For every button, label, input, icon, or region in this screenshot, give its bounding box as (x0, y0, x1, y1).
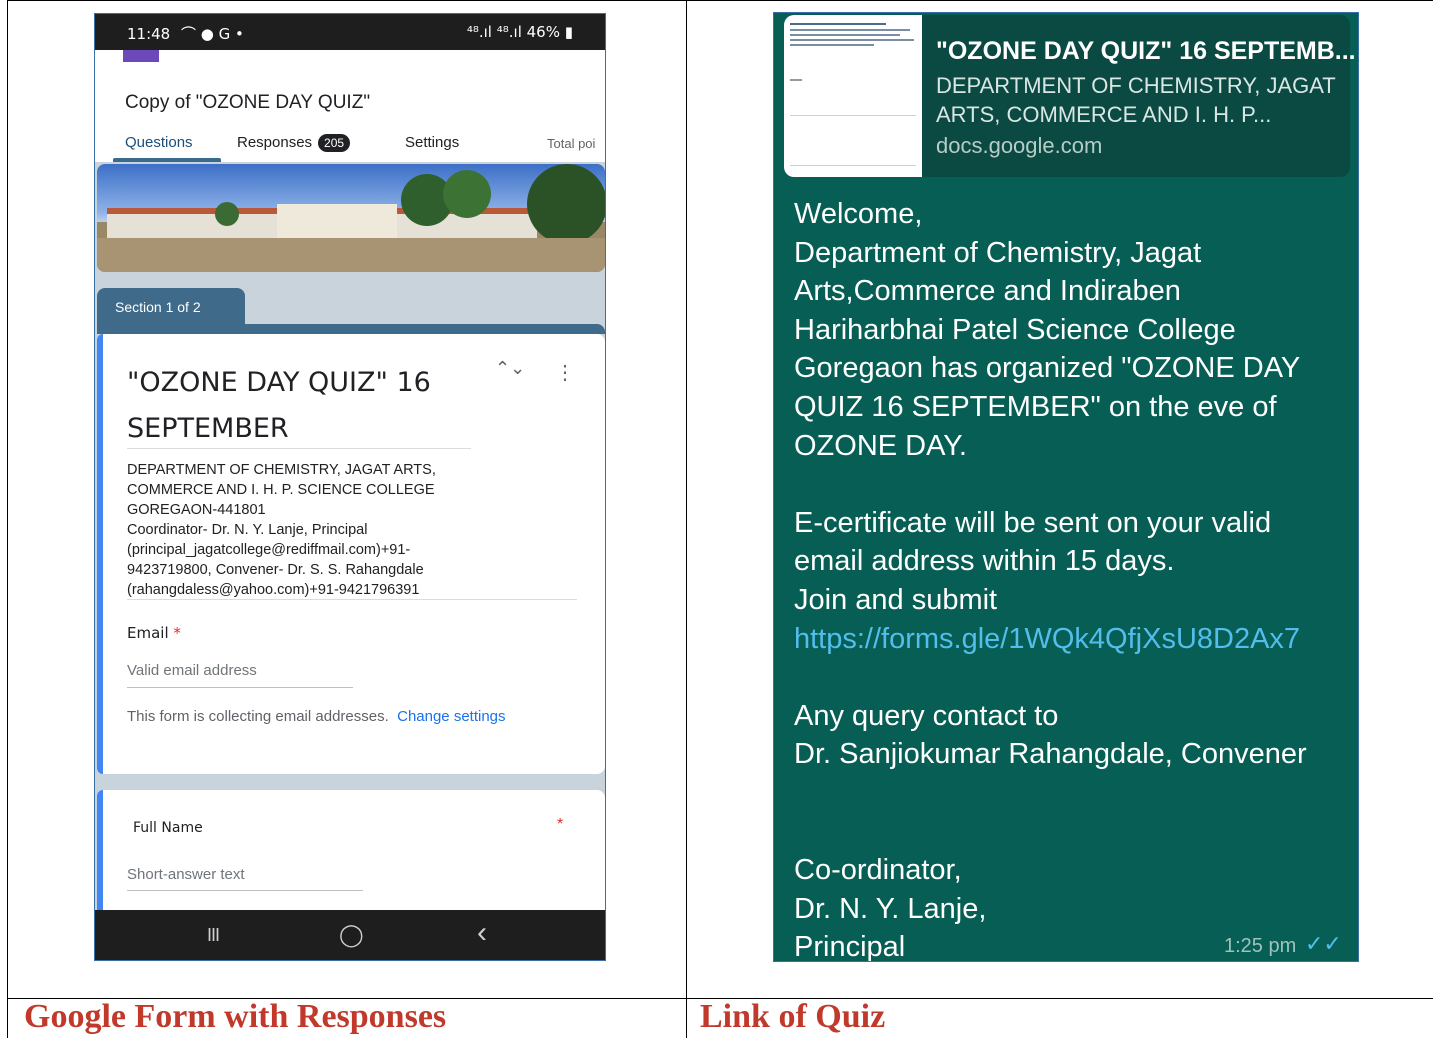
message-body: Welcome, Department of Chemistry, Jagat … (794, 195, 1344, 961)
description-underline (127, 599, 577, 600)
more-options-icon[interactable]: ⋮ (555, 360, 575, 385)
back-icon[interactable]: ‹ (477, 916, 487, 950)
status-icons: ⁴⁸.ıl ⁴⁸.ıl 46% ▮ (466, 23, 573, 41)
caption-google-form: Google Form with Responses (24, 998, 447, 1035)
full-name-question-card[interactable]: Full Name * Short-answer text (97, 790, 605, 930)
form-thumbnail (784, 15, 922, 177)
home-icon[interactable]: ◯ (339, 922, 364, 948)
quiz-form-link[interactable]: https://forms.gle/1WQk4QfjXsU8D2Ax7 (794, 620, 1344, 659)
title-underline (127, 448, 471, 449)
college-banner-image (97, 164, 605, 272)
section-indicator: Section 1 of 2 (97, 288, 245, 326)
google-form-screenshot: 11:48 ⌒ ● G • ⁴⁸.ıl ⁴⁸.ıl 46% ▮ Copy of … (94, 13, 606, 961)
card-accent-bar (97, 334, 103, 774)
form-editor-header: Copy of "OZONE DAY QUIZ" Questions Respo… (95, 50, 605, 162)
email-field[interactable]: Valid email address (127, 662, 257, 679)
table-divider (686, 0, 687, 1038)
read-receipt-icon: ✓✓ (1305, 931, 1342, 956)
preview-domain: docs.google.com (936, 133, 1103, 158)
preview-description: DEPARTMENT OF CHEMISTRY, JAGAT ARTS, COM… (936, 73, 1336, 127)
form-description[interactable]: DEPARTMENT OF CHEMISTRY, JAGAT ARTS, COM… (127, 460, 577, 600)
responses-count-badge: 205 (318, 134, 351, 152)
total-points-label: Total poi (547, 136, 596, 151)
required-marker: * (557, 816, 564, 833)
active-tab-indicator (113, 158, 221, 162)
card-accent-bar (97, 790, 103, 930)
status-time: 11:48 ⌒ ● G • (127, 25, 244, 43)
status-bar: 11:48 ⌒ ● G • ⁴⁸.ıl ⁴⁸.ıl 46% ▮ (95, 14, 605, 50)
college-building-illustration (97, 164, 605, 272)
collapse-icon[interactable]: ⌃⌄ (495, 358, 525, 379)
email-field-underline (127, 687, 353, 688)
full-name-field[interactable]: Short-answer text (127, 866, 245, 883)
form-header-card: "OZONE DAY QUIZ" 16 SEPTEMBER ⌃⌄ ⋮ DEPAR… (97, 334, 605, 774)
recent-apps-icon[interactable]: III (207, 925, 220, 946)
form-title: Copy of "OZONE DAY QUIZ" (125, 92, 371, 113)
change-settings-link[interactable]: Change settings (397, 708, 505, 725)
quiz-title[interactable]: "OZONE DAY QUIZ" 16 SEPTEMBER (127, 360, 477, 452)
preview-title: "OZONE DAY QUIZ" 16 SEPTEMB... (936, 37, 1356, 65)
whatsapp-message-screenshot: "OZONE DAY QUIZ" 16 SEPTEMB... DEPARTMEN… (773, 12, 1359, 962)
tab-settings[interactable]: Settings (405, 134, 459, 151)
full-name-field-underline (127, 890, 363, 891)
caption-link-of-quiz: Link of Quiz (700, 998, 886, 1035)
android-nav-bar: III ◯ ‹ (95, 910, 605, 960)
full-name-label: Full Name (133, 820, 203, 836)
email-collection-note: This form is collecting email addresses.… (127, 708, 506, 725)
email-label: Email * (127, 624, 181, 642)
tab-responses[interactable]: Responses 205 (237, 134, 351, 152)
link-preview-card[interactable]: "OZONE DAY QUIZ" 16 SEPTEMB... DEPARTMEN… (784, 15, 1356, 177)
message-timestamp: 1:25 pm (1224, 935, 1297, 957)
header-accent (123, 50, 159, 62)
tab-questions[interactable]: Questions (125, 134, 193, 151)
section-card-top-border (97, 324, 605, 334)
